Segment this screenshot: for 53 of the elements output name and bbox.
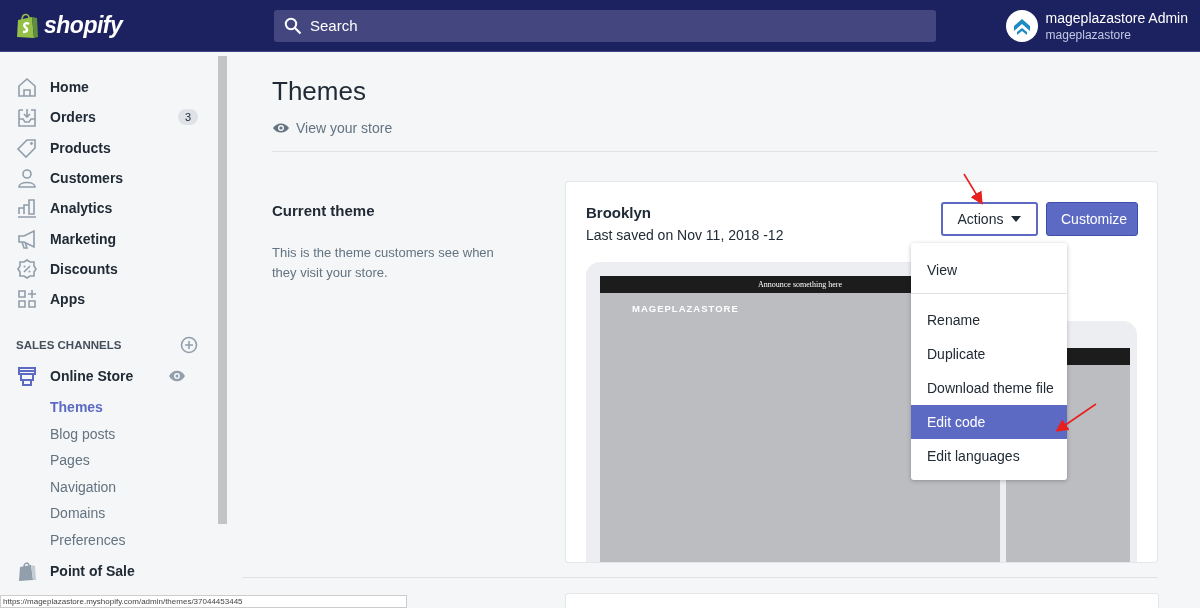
menu-item[interactable]: Download theme file	[911, 371, 1067, 405]
count-badge: 3	[177, 109, 198, 126]
home-icon	[16, 76, 38, 99]
tag-icon	[16, 136, 38, 159]
person-icon	[16, 167, 38, 190]
nav-item[interactable]: Online Store	[0, 358, 218, 395]
scrollbar[interactable]	[218, 56, 227, 524]
section-description: This is the theme customers see when they visit your store.	[272, 244, 495, 282]
nav-item[interactable]: Orders 3	[0, 102, 218, 133]
apps-grid-icon	[16, 288, 38, 311]
megaphone-icon	[16, 227, 38, 250]
nav-item[interactable]: Products	[0, 132, 218, 163]
nav-item[interactable]: Analytics	[0, 193, 218, 224]
section-heading: Current theme	[272, 202, 376, 219]
nav-item[interactable]: Discounts	[0, 253, 218, 285]
menu-item[interactable]: Rename	[911, 303, 1067, 337]
shopping-bag-logo-icon	[16, 12, 38, 39]
inbox-icon	[16, 106, 38, 129]
subnav-item[interactable]: Pages	[0, 447, 218, 474]
theme-name: Brooklyn	[586, 204, 652, 221]
menu-item[interactable]: Duplicate	[911, 337, 1067, 371]
nav-item[interactable]: Customers	[0, 162, 218, 194]
account-name: mageplazastore Admin	[1045, 9, 1188, 26]
logo-text: shopify	[44, 12, 123, 39]
subnav-item[interactable]: Preferences	[0, 526, 218, 554]
subnav-item[interactable]: Domains	[0, 500, 218, 527]
store-logo-text: MAGEPLAZASTORE	[631, 302, 740, 314]
page-title: Themes	[272, 76, 367, 107]
menu-item[interactable]: Edit code	[911, 405, 1067, 439]
bar-chart-icon	[16, 197, 38, 220]
view-store-link[interactable]: View your store	[272, 119, 1158, 137]
nav-item[interactable]: Marketing	[0, 223, 218, 254]
storefront-icon	[16, 365, 38, 388]
section-heading: SALES CHANNELS	[16, 339, 122, 352]
subnav-item[interactable]: Blog posts	[0, 420, 218, 448]
nav-item[interactable]: Point of Sale	[0, 553, 218, 590]
store-name: mageplazastore	[1045, 27, 1132, 42]
add-circle-icon	[180, 336, 198, 355]
subnav-item[interactable]: Themes	[0, 394, 218, 421]
menu-item[interactable]: Edit languages	[911, 439, 1067, 473]
discount-badge-icon	[16, 257, 38, 280]
annotation-arrow	[962, 172, 986, 208]
caret-icon	[1011, 216, 1022, 222]
search-field[interactable]: Search	[274, 9, 936, 42]
actions-button[interactable]: Actions	[941, 202, 1038, 236]
nav-item[interactable]: Home	[0, 72, 218, 103]
nav-item[interactable]: Apps	[0, 284, 218, 315]
subnav-item[interactable]: Navigation	[0, 473, 218, 501]
shopping-bag-icon	[16, 560, 38, 583]
avatar-icon	[1005, 9, 1038, 42]
status-url-tooltip: https://mageplazastore.myshopify.com/admin/themes/37044453445	[0, 595, 407, 608]
customize-button[interactable]: Customize	[1046, 202, 1138, 236]
last-saved-text: Last saved on Nov 11, 2018 -12	[586, 227, 784, 243]
